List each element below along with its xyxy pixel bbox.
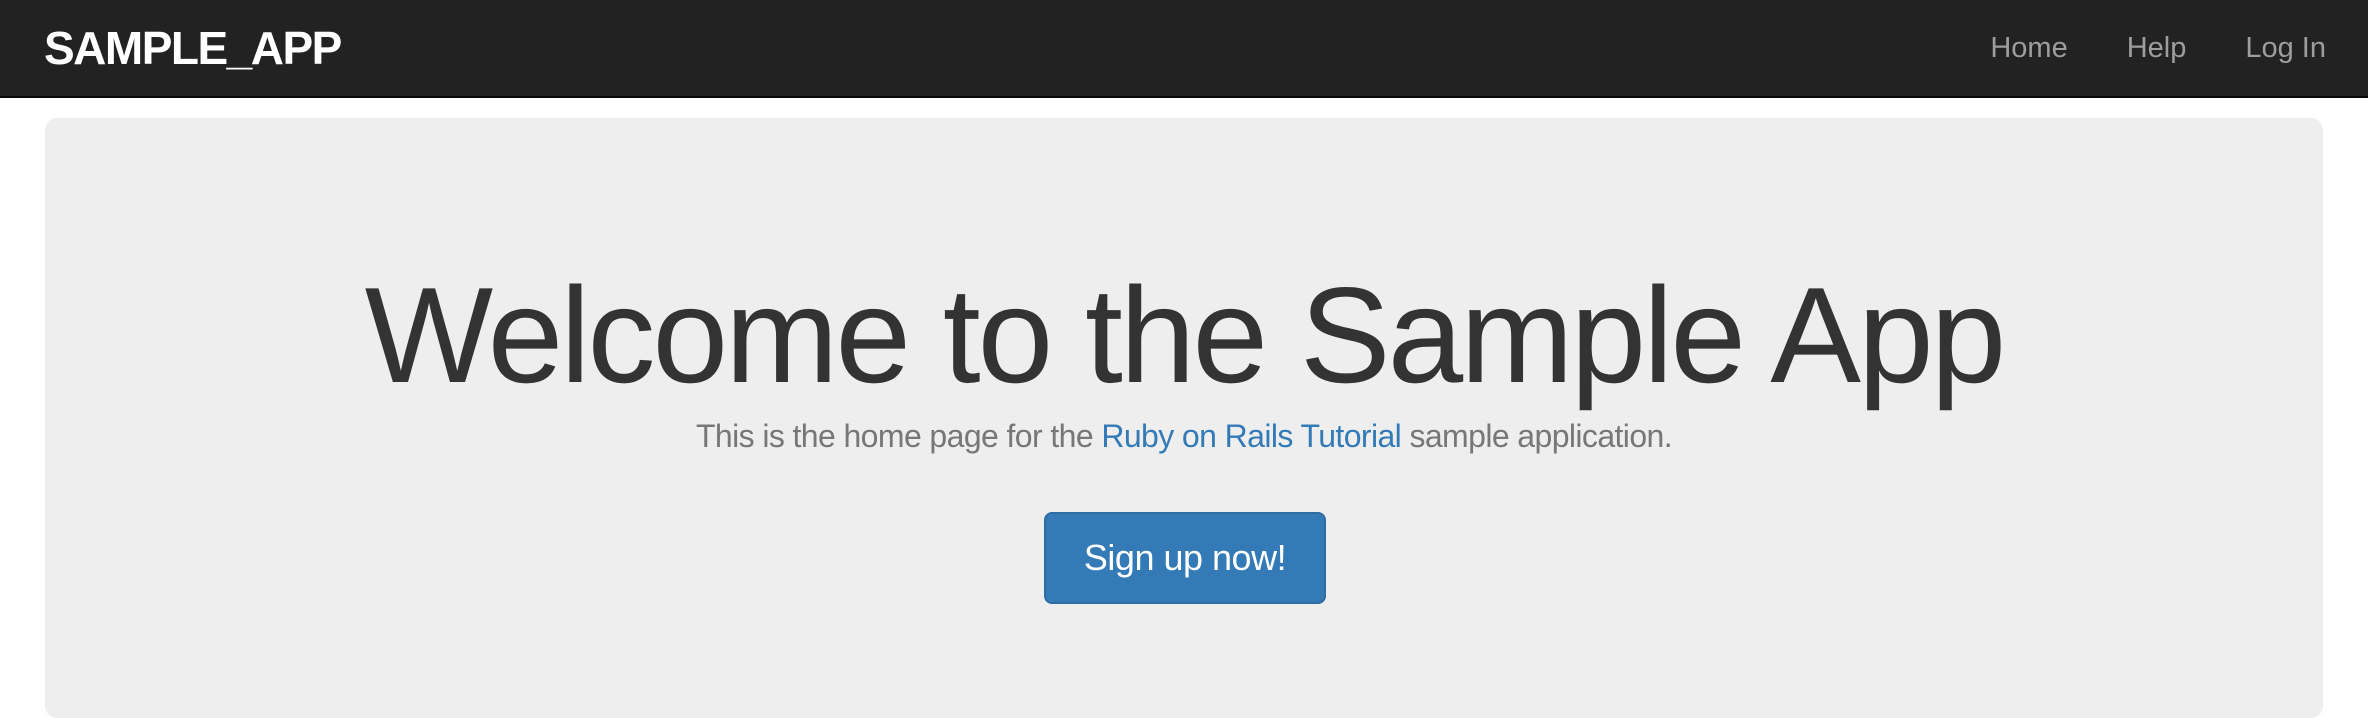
brand-logo-link[interactable]: SAMPLE_APP xyxy=(44,22,342,74)
ruby-on-rails-tutorial-link[interactable]: Ruby on Rails Tutorial xyxy=(1101,418,1401,454)
tagline-text-before: This is the home page for the xyxy=(695,418,1102,454)
tagline-text-after: sample application. xyxy=(1401,418,1673,454)
sign-up-button[interactable]: Sign up now! xyxy=(1044,512,1326,604)
nav-link-help[interactable]: Help xyxy=(2127,0,2187,96)
nav-link-log-in[interactable]: Log In xyxy=(2245,0,2326,96)
nav-link-home[interactable]: Home xyxy=(1990,0,2067,96)
navbar: SAMPLE_APP Home Help Log In xyxy=(0,0,2368,98)
jumbotron: Welcome to the Sample App This is the ho… xyxy=(45,118,2323,718)
page-headline: Welcome to the Sample App xyxy=(364,259,2007,411)
tagline: This is the home page for the Ruby on Ra… xyxy=(45,414,2323,458)
nav-menu: Home Help Log In xyxy=(1931,0,2326,96)
